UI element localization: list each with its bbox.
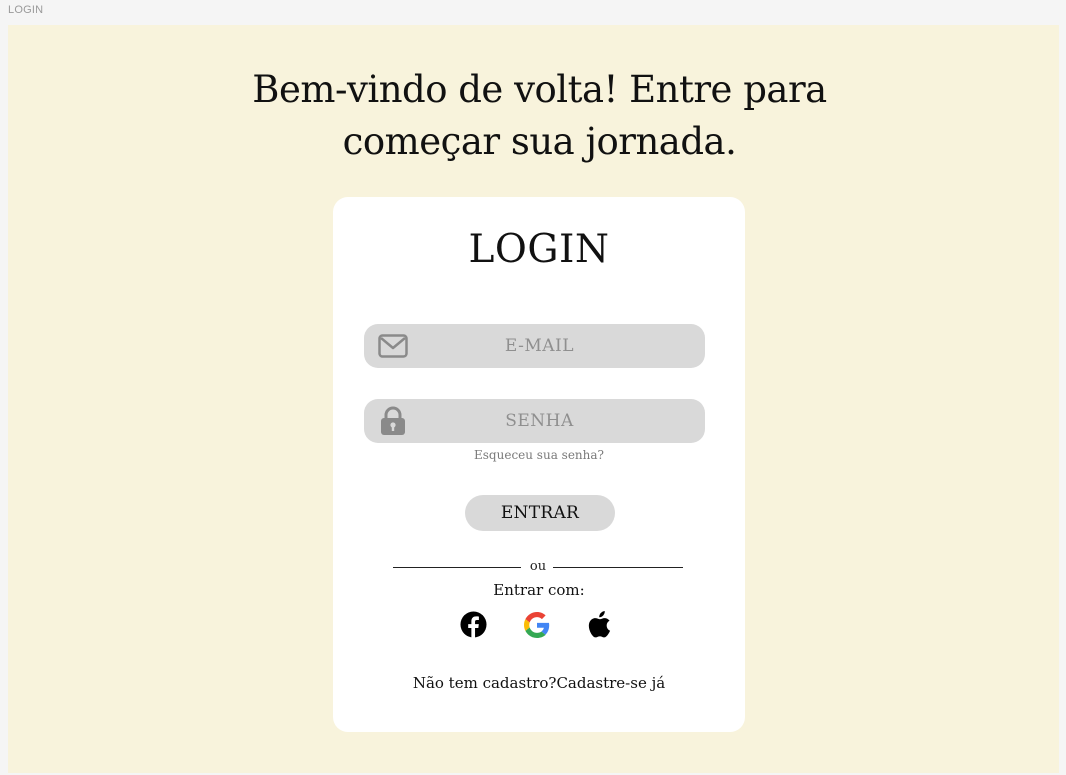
email-input[interactable] (364, 324, 705, 368)
google-login-button[interactable] (522, 611, 552, 643)
password-input[interactable] (364, 399, 705, 443)
google-icon (524, 611, 550, 643)
welcome-line-1: Bem-vindo de volta! Entre para (252, 68, 827, 111)
signup-prompt: Não tem cadastro? (412, 674, 557, 692)
signup-row: Não tem cadastro?Cadastre-se já (333, 674, 745, 692)
apple-icon (588, 611, 612, 643)
facebook-icon (459, 611, 487, 643)
or-divider: ou (393, 557, 683, 577)
email-field-container (364, 324, 705, 368)
divider-line-right (553, 567, 683, 568)
signup-link[interactable]: Cadastre-se já (556, 674, 665, 692)
frame-label: LOGIN (8, 4, 44, 16)
apple-login-button[interactable] (585, 611, 615, 643)
social-login-label: Entrar com: (493, 581, 585, 599)
facebook-login-button[interactable] (458, 611, 488, 643)
login-title: LOGIN (468, 227, 610, 272)
password-field-container (364, 399, 705, 443)
login-page: Bem-vindo de volta! Entre para começar s… (8, 25, 1059, 773)
welcome-heading: Bem-vindo de volta! Entre para começar s… (8, 64, 1066, 168)
login-button[interactable]: ENTRAR (465, 495, 615, 531)
forgot-password-link[interactable]: Esqueceu sua senha? (333, 448, 745, 462)
login-card: LOGIN Esqueceu sua senha? (333, 197, 745, 732)
welcome-line-2: começar sua jornada. (342, 120, 737, 163)
